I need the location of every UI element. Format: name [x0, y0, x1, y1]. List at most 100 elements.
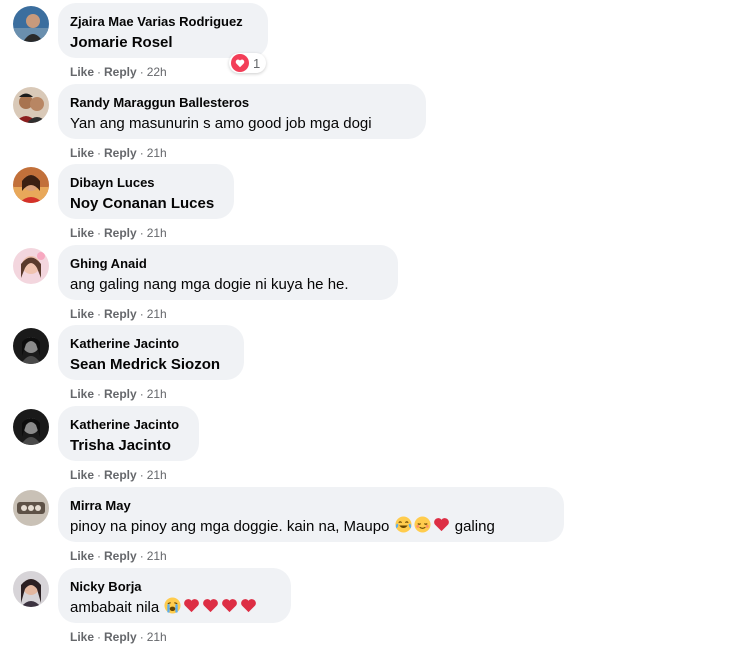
avatar[interactable]: [13, 571, 49, 607]
like-link[interactable]: Like: [70, 65, 94, 79]
comment-bubble: Katherine Jacinto Sean Medrick Siozon: [58, 325, 244, 380]
comment-actions: Like · Reply · 21h: [70, 145, 167, 161]
comment-author[interactable]: Dibayn Luces: [70, 174, 222, 191]
comment-item: Katherine Jacinto Trisha Jacinto Like · Re…: [0, 406, 750, 487]
avatar[interactable]: [13, 167, 49, 203]
comment-author[interactable]: Katherine Jacinto: [70, 416, 187, 433]
avatar[interactable]: [13, 6, 49, 42]
red-heart-emoji-icon: [221, 597, 238, 620]
separator: ·: [139, 387, 144, 401]
comment-text[interactable]: Sean Medrick Siozon: [70, 354, 232, 375]
comment-item: Mirra May pinoy na pinoy ang mga doggie.…: [0, 487, 750, 568]
comment-text[interactable]: Trisha Jacinto: [70, 435, 187, 456]
comment-text: ambabait nila: [70, 597, 279, 620]
comment-item: Dibayn Luces Noy Conanan Luces Like · Repl…: [0, 164, 750, 245]
comment-bubble: Mirra May pinoy na pinoy ang mga doggie.…: [58, 487, 564, 542]
comment-actions: Like · Reply · 21h: [70, 386, 167, 402]
reply-link[interactable]: Reply: [104, 549, 137, 563]
like-link[interactable]: Like: [70, 387, 94, 401]
comment-author[interactable]: Mirra May: [70, 497, 552, 514]
timestamp[interactable]: 21h: [147, 630, 167, 644]
avatar[interactable]: [13, 328, 49, 364]
red-heart-emoji-icon: [183, 597, 200, 620]
comment-text: pinoy na pinoy ang mga doggie. kain na, …: [70, 516, 552, 539]
reply-link[interactable]: Reply: [104, 65, 137, 79]
comment-item: Katherine Jacinto Sean Medrick Siozon Li…: [0, 325, 750, 406]
comment-actions: Like · Reply · 21h: [70, 306, 167, 322]
separator: ·: [97, 226, 102, 240]
separator: ·: [139, 146, 144, 160]
comment-actions: Like · Reply · 21h: [70, 225, 167, 241]
separator: ·: [139, 226, 144, 240]
comment-author[interactable]: Katherine Jacinto: [70, 335, 232, 352]
red-heart-emoji-icon: [202, 597, 219, 620]
relieved-emoji-icon: [414, 516, 431, 539]
comment-actions: Like · Reply · 21h: [70, 548, 167, 564]
timestamp[interactable]: 21h: [147, 146, 167, 160]
like-link[interactable]: Like: [70, 307, 94, 321]
comment-bubble: Nicky Borja ambabait nila: [58, 568, 291, 623]
comment-actions: Like · Reply · 22h: [70, 64, 167, 80]
timestamp[interactable]: 21h: [147, 226, 167, 240]
like-link[interactable]: Like: [70, 549, 94, 563]
reply-link[interactable]: Reply: [104, 307, 137, 321]
comment-author[interactable]: Randy Maraggun Ballesteros: [70, 94, 414, 111]
like-link[interactable]: Like: [70, 226, 94, 240]
separator: ·: [139, 468, 144, 482]
reply-link[interactable]: Reply: [104, 146, 137, 160]
separator: ·: [97, 307, 102, 321]
comment-bubble: Randy Maraggun Ballesteros Yan ang masun…: [58, 84, 426, 139]
avatar[interactable]: [13, 490, 49, 526]
reply-link[interactable]: Reply: [104, 630, 137, 644]
comment-bubble: Dibayn Luces Noy Conanan Luces: [58, 164, 234, 219]
reply-link[interactable]: Reply: [104, 226, 137, 240]
comment-text-segment: ambabait nila: [70, 599, 160, 616]
like-link[interactable]: Like: [70, 468, 94, 482]
separator: ·: [139, 630, 144, 644]
reply-link[interactable]: Reply: [104, 387, 137, 401]
separator: ·: [97, 146, 102, 160]
comment-author[interactable]: Zjaira Mae Varias Rodriguez: [70, 13, 256, 30]
reaction-count[interactable]: 1: [229, 53, 267, 73]
comment-text[interactable]: Jomarie Rosel: [70, 32, 256, 53]
separator: ·: [97, 65, 102, 79]
reply-link[interactable]: Reply: [104, 468, 137, 482]
avatar[interactable]: [13, 248, 49, 284]
separator: ·: [139, 549, 144, 563]
timestamp[interactable]: 21h: [147, 549, 167, 563]
comment-text[interactable]: Noy Conanan Luces: [70, 193, 222, 214]
comment-text-segment: pinoy na pinoy ang mga doggie. kain na, …: [70, 518, 390, 535]
separator: ·: [97, 630, 102, 644]
timestamp[interactable]: 22h: [147, 65, 167, 79]
comment-actions: Like · Reply · 21h: [70, 467, 167, 483]
red-heart-emoji-icon: [240, 597, 257, 620]
separator: ·: [139, 307, 144, 321]
timestamp[interactable]: 21h: [147, 387, 167, 401]
comment-item: Zjaira Mae Varias Rodriguez Jomarie Rose…: [0, 3, 750, 84]
like-link[interactable]: Like: [70, 146, 94, 160]
comment-author[interactable]: Nicky Borja: [70, 578, 279, 595]
loudly-crying-emoji-icon: [164, 597, 181, 620]
comment-bubble: Katherine Jacinto Trisha Jacinto: [58, 406, 199, 461]
comment-actions: Like · Reply · 21h: [70, 629, 167, 645]
comment-bubble: Zjaira Mae Varias Rodriguez Jomarie Rose…: [58, 3, 268, 58]
red-heart-emoji-icon: [433, 516, 450, 539]
comment-item: Randy Maraggun Ballesteros Yan ang masun…: [0, 84, 750, 165]
comment-text: ang galing nang mga dogie ni kuya he he.: [70, 276, 349, 293]
heart-reaction-icon: [231, 54, 249, 72]
separator: ·: [97, 468, 102, 482]
reaction-count-label: 1: [253, 55, 261, 71]
separator: ·: [97, 387, 102, 401]
like-link[interactable]: Like: [70, 630, 94, 644]
comment-text: Yan ang masunurin s amo good job mga dog…: [70, 115, 372, 132]
joy-emoji-icon: [395, 516, 412, 539]
comment-author[interactable]: Ghing Anaid: [70, 255, 386, 272]
timestamp[interactable]: 21h: [147, 468, 167, 482]
avatar[interactable]: [13, 87, 49, 123]
timestamp[interactable]: 21h: [147, 307, 167, 321]
avatar[interactable]: [13, 409, 49, 445]
comment-bubble: Ghing Anaid ang galing nang mga dogie ni…: [58, 245, 398, 300]
comment-item: Ghing Anaid ang galing nang mga dogie ni…: [0, 245, 750, 326]
separator: ·: [139, 65, 144, 79]
comment-item: Nicky Borja ambabait nila Like · Reply · 21h: [0, 568, 750, 649]
